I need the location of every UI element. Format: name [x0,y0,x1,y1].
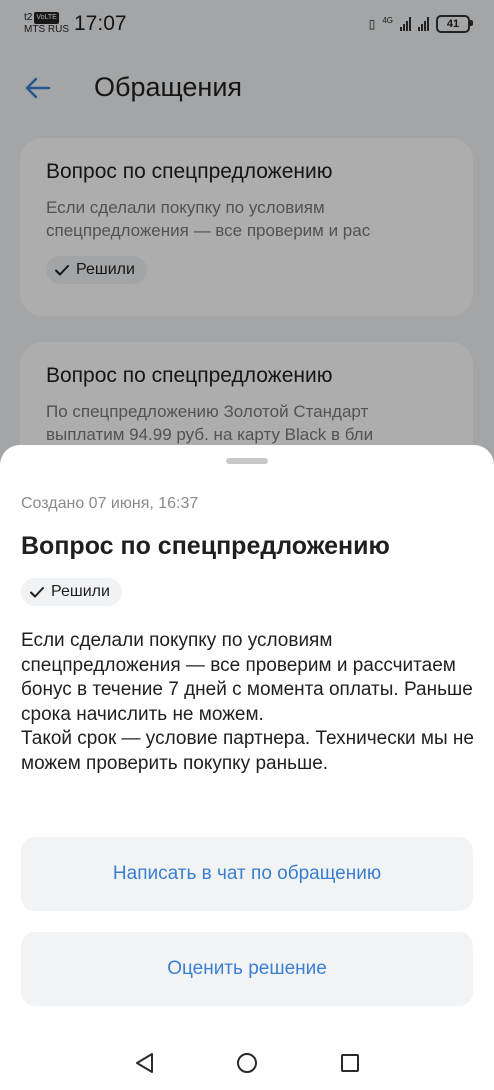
status-label: Решили [51,583,110,600]
drag-handle[interactable] [226,458,268,464]
system-navigation-bar [0,1038,494,1090]
nav-back-icon[interactable] [134,1052,156,1074]
write-to-chat-button[interactable]: Написать в чат по обращению [21,837,473,911]
nav-recent-apps-icon[interactable] [340,1053,360,1073]
rate-solution-button[interactable]: Оценить решение [21,932,473,1006]
status-badge: Решили [21,578,122,606]
appeal-details-sheet: Создано 07 июня, 16:37 Вопрос по спецпре… [0,445,494,1090]
nav-home-icon[interactable] [236,1052,258,1074]
sheet-title: Вопрос по спецпредложению [21,532,390,560]
appeal-answer-text: Если сделали покупку по условиям спецпре… [21,630,474,774]
check-icon [30,587,44,598]
created-date: Создано 07 июня, 16:37 [21,495,199,512]
